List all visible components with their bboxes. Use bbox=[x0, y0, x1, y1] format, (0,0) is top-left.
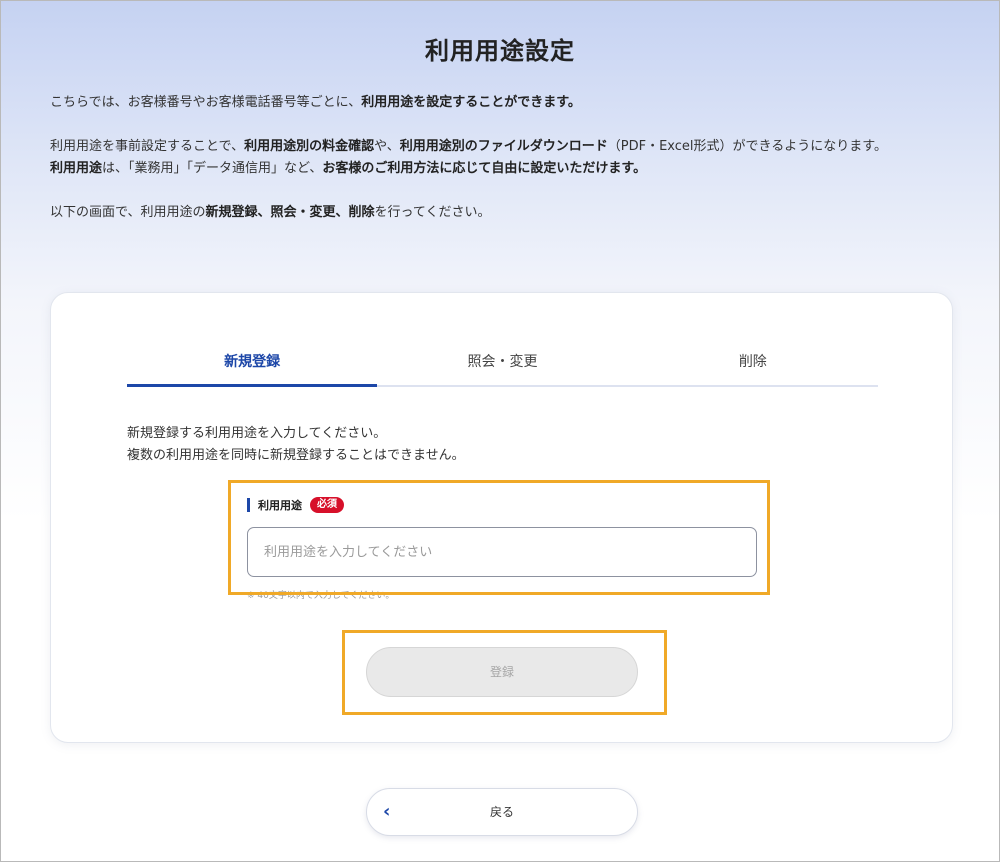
intro-line-3-bold-b: お客様のご利用方法に応じて自由に設定いただけます。 bbox=[322, 161, 647, 176]
tab-delete[interactable]: 削除 bbox=[628, 343, 878, 385]
back-button[interactable]: ‹ 戻る bbox=[366, 788, 638, 836]
back-button-label: 戻る bbox=[489, 805, 514, 819]
intro-line-3-text: は、「業務用」「データ通信用」など、 bbox=[102, 161, 323, 176]
intro-line-4: 以下の画面で、利用用途の新規登録、照会・変更、削除を行ってください。 bbox=[50, 202, 950, 224]
intro-line-4-text-a: 以下の画面で、利用用途の bbox=[50, 205, 206, 220]
intro-line-2-text-c: （PDF・Excel形式）ができるようになります。 bbox=[607, 139, 887, 154]
chevron-left-icon: ‹ bbox=[383, 801, 391, 822]
page-title: 利用用途設定 bbox=[425, 37, 575, 65]
intro-line-1-bold: 利用用途を設定することができます。 bbox=[361, 95, 581, 110]
tab-bar: 新規登録 照会・変更 削除 bbox=[127, 343, 878, 387]
form-description: 新規登録する利用用途を入力してください。 複数の利用用途を同時に新規登録すること… bbox=[127, 423, 465, 467]
intro-line-2-text-b: や、 bbox=[374, 139, 400, 154]
intro-line-4-text-b: を行ってください。 bbox=[374, 205, 491, 220]
form-description-line-1: 新規登録する利用用途を入力してください。 bbox=[127, 426, 387, 441]
form-description-line-2: 複数の利用用途を同時に新規登録することはできません。 bbox=[127, 448, 465, 463]
tab-new-registration[interactable]: 新規登録 bbox=[127, 343, 378, 387]
intro-line-2-bold-b: 利用用途別のファイルダウンロード bbox=[399, 139, 608, 154]
intro-line-4-bold: 新規登録、照会・変更、削除 bbox=[205, 205, 375, 220]
intro-line-2: 利用用途を事前設定することで、利用用途別の料金確認や、利用用途別のファイルダウン… bbox=[50, 136, 950, 158]
intro-line-3-bold-a: 利用用途 bbox=[50, 161, 103, 176]
intro-line-1: こちらでは、お客様番号やお客様電話番号等ごとに、利用用途を設定することができます… bbox=[50, 92, 950, 114]
intro-text: こちらでは、お客様番号やお客様電話番号等ごとに、利用用途を設定することができます… bbox=[50, 92, 950, 224]
intro-line-2-bold-a: 利用用途別の料金確認 bbox=[244, 139, 375, 154]
page-frame: 利用用途設定 こちらでは、お客様番号やお客様電話番号等ごとに、利用用途を設定する… bbox=[0, 0, 1000, 862]
intro-line-1-text: こちらでは、お客様番号やお客様電話番号等ごとに、 bbox=[50, 95, 362, 110]
tab-inquiry-change[interactable]: 照会・変更 bbox=[377, 343, 627, 385]
intro-line-3: 利用用途は、「業務用」「データ通信用」など、お客様のご利用方法に応じて自由に設定… bbox=[50, 158, 950, 180]
intro-line-2-text-a: 利用用途を事前設定することで、 bbox=[50, 139, 245, 154]
register-button-highlight bbox=[342, 630, 667, 715]
usage-field-highlight bbox=[228, 480, 770, 595]
